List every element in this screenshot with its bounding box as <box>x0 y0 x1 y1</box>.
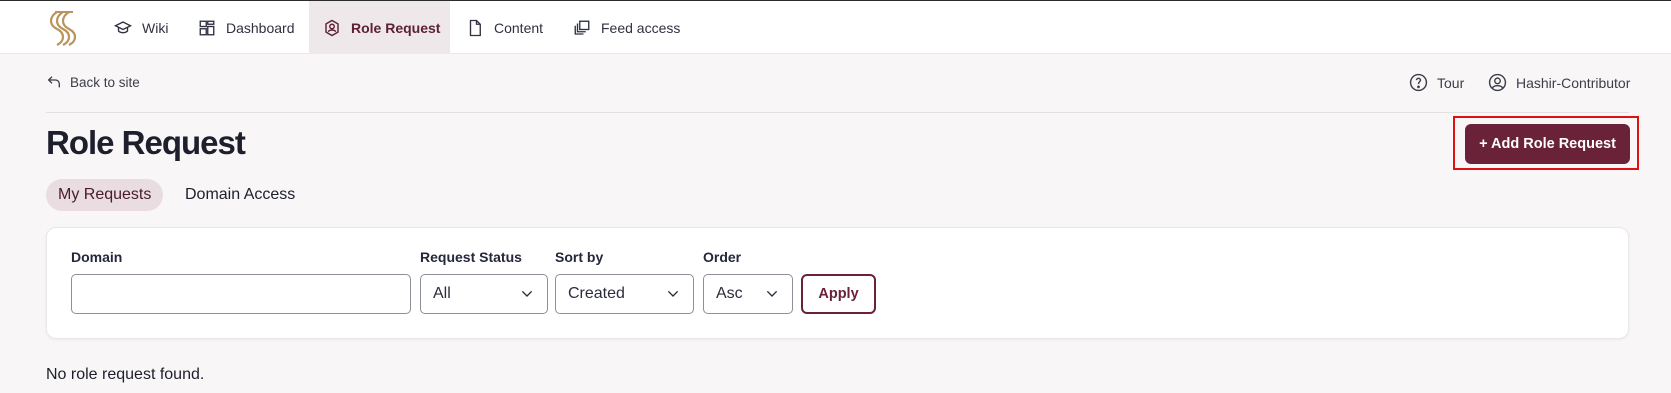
order-select[interactable]: Asc <box>703 274 793 314</box>
help-circle-icon <box>1409 73 1428 92</box>
order-value: Asc <box>716 285 743 302</box>
nav-item-label: Dashboard <box>226 19 295 36</box>
page-title: Role Request <box>46 124 246 161</box>
apply-button[interactable]: Apply <box>801 274 876 314</box>
request-status-select[interactable]: All <box>420 274 548 314</box>
back-to-site-link[interactable]: Back to site <box>46 74 140 90</box>
request-status-value: All <box>433 285 451 302</box>
order-label: Order <box>703 249 742 265</box>
back-arrow-icon <box>47 76 60 88</box>
nav-item-dashboard[interactable]: Dashboard <box>198 1 295 54</box>
domain-input[interactable] <box>71 274 411 314</box>
back-label: Back to site <box>70 74 140 90</box>
document-icon <box>469 19 481 36</box>
chevron-down-icon <box>766 290 778 297</box>
request-status-label: Request Status <box>420 249 522 265</box>
sort-by-value: Created <box>568 285 625 302</box>
top-navigation: Wiki Dashboard Role Request Content Feed… <box>0 0 1671 54</box>
nav-item-label: Role Request <box>351 19 441 36</box>
nav-item-label: Feed access <box>601 19 681 36</box>
tab-my-requests[interactable]: My Requests <box>46 179 164 211</box>
nav-item-role-request[interactable]: Role Request <box>309 1 450 54</box>
divider <box>46 112 1629 113</box>
user-circle-icon <box>1488 73 1507 92</box>
nav-item-label: Wiki <box>142 19 169 36</box>
tab-domain-access[interactable]: Domain Access <box>173 179 307 211</box>
tour-button[interactable]: Tour <box>1409 73 1464 92</box>
role-badge-icon <box>325 19 339 36</box>
feed-icon <box>574 20 590 35</box>
domain-label: Domain <box>71 249 123 265</box>
dashboard-icon <box>199 20 215 35</box>
nav-item-wiki[interactable]: Wiki <box>114 1 168 54</box>
add-role-request-button[interactable]: + Add Role Request <box>1465 124 1630 164</box>
sort-by-label: Sort by <box>555 249 604 265</box>
tour-label: Tour <box>1437 74 1465 91</box>
user-label: Hashir-Contributor <box>1516 74 1631 91</box>
user-menu[interactable]: Hashir-Contributor <box>1488 73 1630 92</box>
sort-by-select[interactable]: Created <box>555 274 694 314</box>
nav-item-feed-access[interactable]: Feed access <box>573 1 680 54</box>
chevron-down-icon <box>667 290 679 297</box>
chevron-down-icon <box>521 290 533 297</box>
graduation-cap-icon <box>114 20 132 33</box>
nav-item-label: Content <box>494 19 544 36</box>
logo-icon[interactable] <box>47 9 81 47</box>
nav-item-content[interactable]: Content <box>466 1 543 54</box>
empty-state-message: No role request found. <box>46 366 205 383</box>
